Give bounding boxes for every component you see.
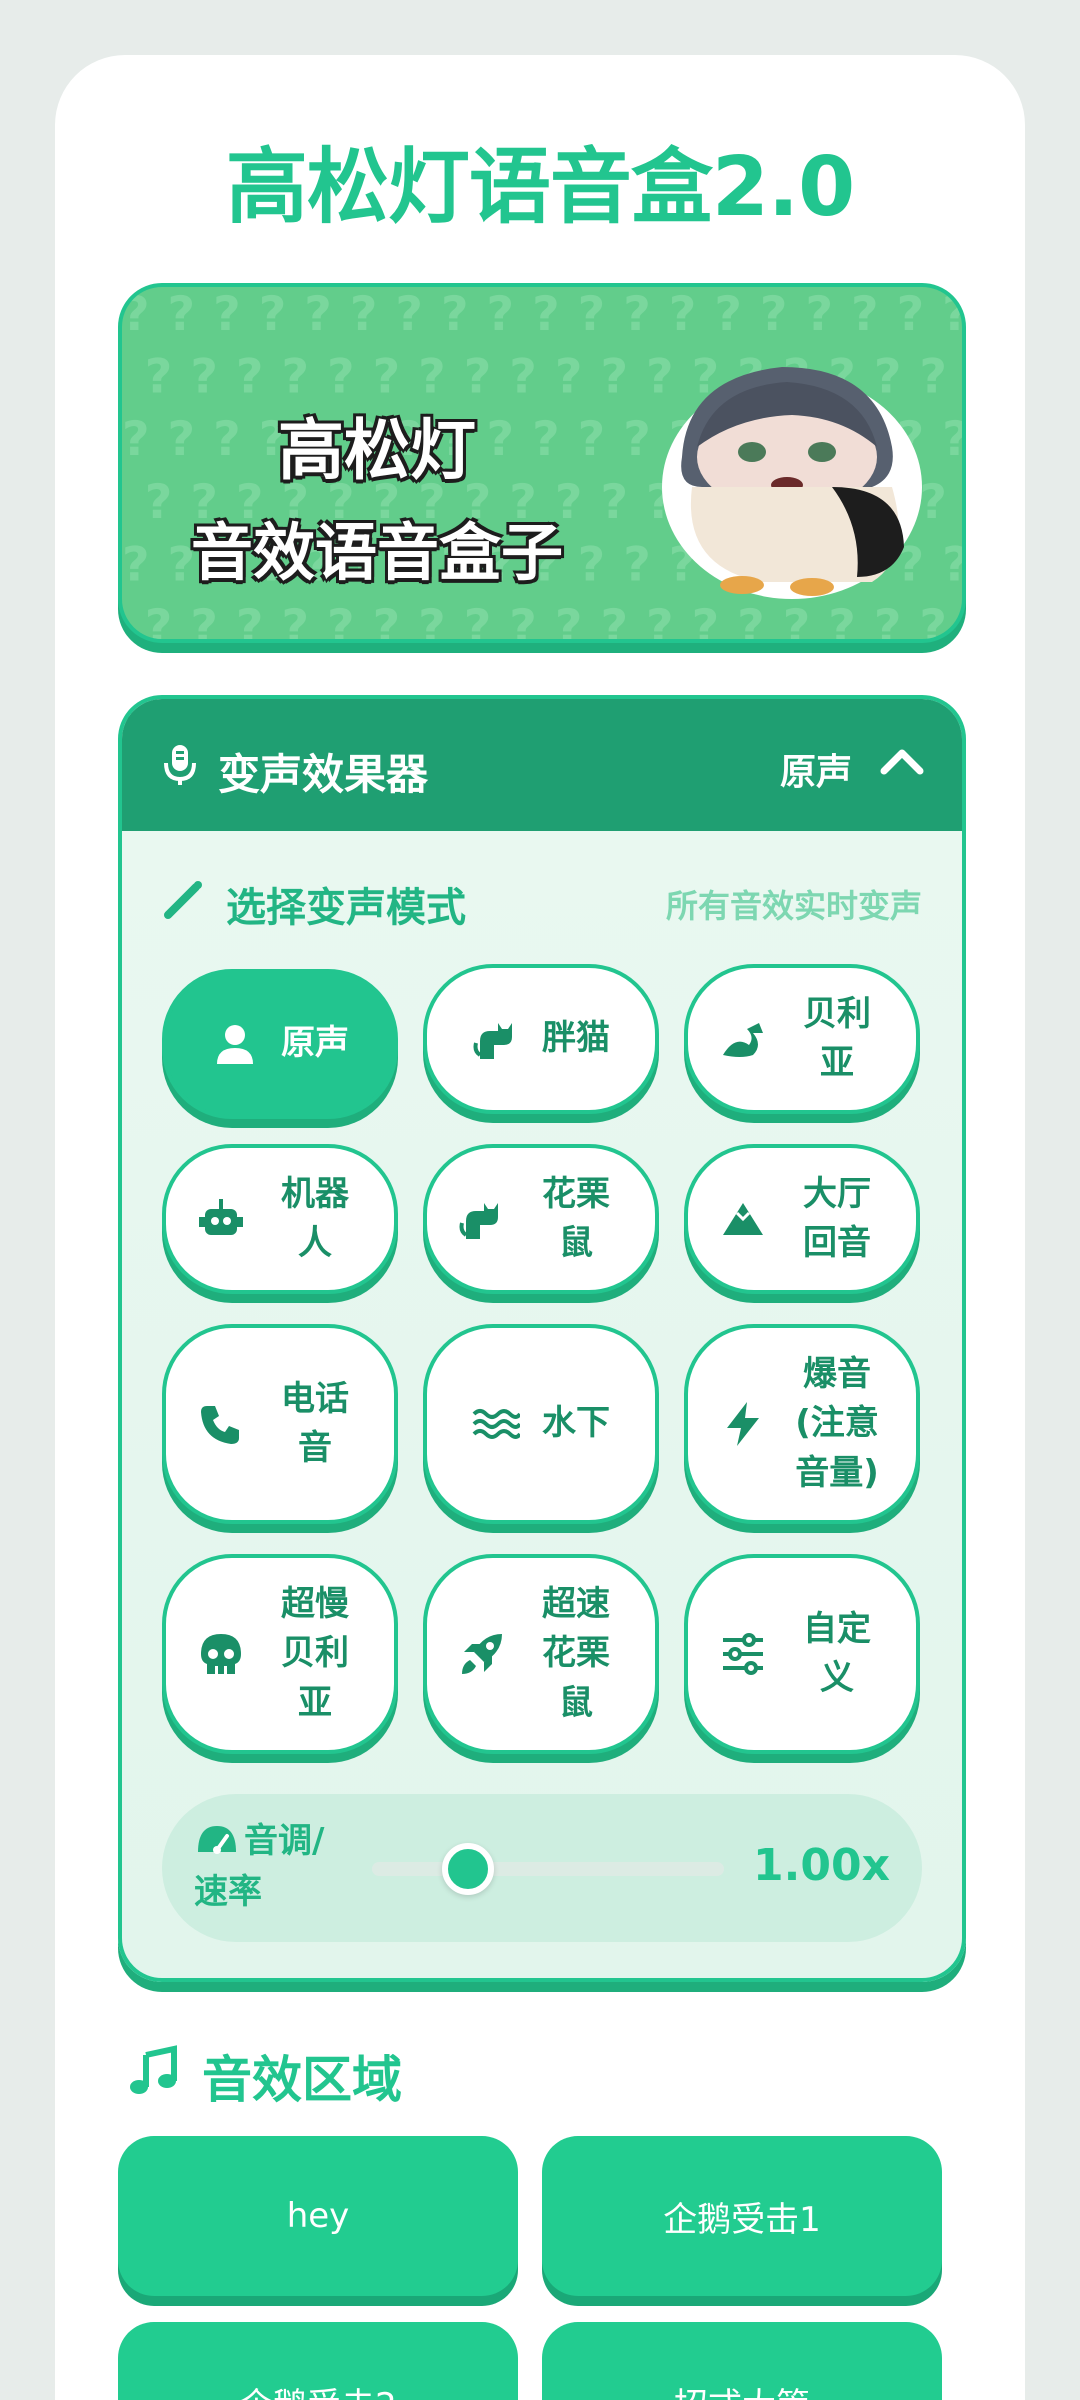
mascot-image [662,367,922,599]
mode-label: 机器人 [281,1173,349,1263]
pattern-glyph: ? [464,600,492,639]
pattern-glyph: ? [190,600,218,639]
voice-changer-header[interactable]: 变声效果器 原声 [122,699,962,831]
mode-button-robot[interactable]: 机器人 [162,1144,398,1294]
mode-button-hall-echo[interactable]: 大厅回音 [684,1144,920,1294]
rocket-icon [462,1634,502,1674]
robot-icon [199,1199,243,1235]
current-mode-label: 原声 [779,752,852,793]
pattern-glyph: ? [281,600,309,639]
pattern-glyph: ? [236,600,264,639]
pattern-glyph: ? [532,287,560,342]
banner-subtitle: 音效语音盒子 [190,516,563,589]
user-icon [217,1025,253,1064]
pattern-glyph: ? [122,538,150,593]
mode-button-belial[interactable]: 贝利亚 [684,964,920,1114]
sound-effects-title: 音效区域 [202,2051,402,2109]
voice-changer-title: 变声效果器 [218,750,429,799]
sliders-icon [723,1633,763,1675]
pitch-slider-thumb[interactable] [442,1843,494,1895]
pitch-value: 1.00x [753,1840,890,1891]
pitch-control: 音调/速率 1.00x [162,1794,922,1942]
mode-label: 水下 [542,1403,610,1444]
sound-effect-button[interactable]: 企鹅受击1 [542,2136,942,2296]
pattern-glyph: ? [555,600,583,639]
sound-effect-button[interactable]: 招式大管 [542,2322,942,2400]
chevron-up-icon[interactable] [878,741,926,781]
mode-label: 胖猫 [542,1018,610,1059]
pattern-glyph: ? [168,287,196,342]
banner-title: 高松灯 [278,412,476,489]
pattern-glyph: ? [760,287,788,342]
microphone-icon [164,745,196,785]
pattern-glyph: ? [714,287,742,342]
mode-label: 超慢贝利亚 [281,1584,349,1723]
mode-button-phone[interactable]: 电话音 [162,1324,398,1524]
phone-icon [201,1406,239,1444]
pattern-glyph: ? [441,287,469,342]
hero-banner: ????????????????????????????????????????… [118,283,966,643]
mode-button-original[interactable]: 原声 [162,969,398,1119]
skull-icon [201,1634,241,1674]
pattern-glyph: ? [145,600,173,639]
pattern-glyph: ? [259,287,287,342]
pattern-glyph: ? [600,475,628,530]
mountain-icon [723,1203,763,1235]
cat-icon [473,1023,512,1059]
mode-label: 超速花栗鼠 [542,1584,610,1723]
mode-label: 花栗鼠 [542,1173,610,1263]
mode-label: 电话音 [281,1378,349,1468]
pattern-glyph: ? [213,287,241,342]
pattern-glyph: ? [304,287,332,342]
water-icon [472,1409,520,1439]
pattern-glyph: ? [418,600,446,639]
pattern-glyph: ? [395,287,423,342]
pattern-glyph: ? [327,600,355,639]
pattern-glyph: ? [851,287,879,342]
mode-label: 贝利亚 [803,993,871,1083]
music-note-icon [130,2045,177,2094]
mode-button-distortion[interactable]: 爆音(注意音量) [684,1324,920,1524]
pattern-glyph: ? [600,350,628,405]
dragon-icon [723,1023,763,1057]
pattern-glyph: ? [942,287,962,342]
voice-changer-panel: 变声效果器 原声 选择变声模式 所有音效实时变声 原声 胖猫 贝利亚 机器人 花… [118,695,966,1982]
pattern-glyph: ? [350,287,378,342]
mode-section-title: 选择变声模式 [226,885,466,931]
pattern-glyph: ? [122,287,150,342]
mode-label: 自定义 [803,1608,871,1698]
pitch-label: 音调/速率 [194,1821,325,1912]
mode-label: 大厅回音 [803,1173,871,1263]
pattern-glyph: ? [600,600,628,639]
sound-effect-button[interactable]: hey [118,2136,518,2296]
mode-button-underwater[interactable]: 水下 [423,1324,659,1524]
mode-label: 爆音(注意音量) [795,1354,879,1493]
pattern-glyph: ? [623,287,651,342]
pattern-glyph: ? [578,287,606,342]
mode-label: 原声 [281,1023,349,1064]
sound-effect-button[interactable]: 企鹅受击2 [118,2322,518,2400]
pitch-slider-track[interactable] [372,1862,724,1876]
mode-button-chipmunk[interactable]: 花栗鼠 [423,1144,659,1294]
pattern-glyph: ? [942,412,962,467]
pattern-glyph: ? [897,287,925,342]
mode-button-fast-chipmunk[interactable]: 超速花栗鼠 [423,1554,659,1754]
pattern-glyph: ? [942,538,962,593]
pattern-glyph: ? [373,600,401,639]
mode-button-slow-belial[interactable]: 超慢贝利亚 [162,1554,398,1754]
cat-icon [459,1203,498,1239]
pattern-glyph: ? [487,287,515,342]
pattern-glyph: ? [122,412,150,467]
mode-button-fat-cat[interactable]: 胖猫 [423,964,659,1114]
pattern-glyph: ? [669,287,697,342]
bolt-icon [727,1402,759,1446]
magic-wand-icon [164,881,202,919]
pattern-glyph: ? [805,287,833,342]
mode-section-hint: 所有音效实时变声 [665,887,922,925]
mode-button-custom[interactable]: 自定义 [684,1554,920,1754]
app-title: 高松灯语音盒2.0 [225,140,855,235]
pattern-glyph: ? [509,600,537,639]
